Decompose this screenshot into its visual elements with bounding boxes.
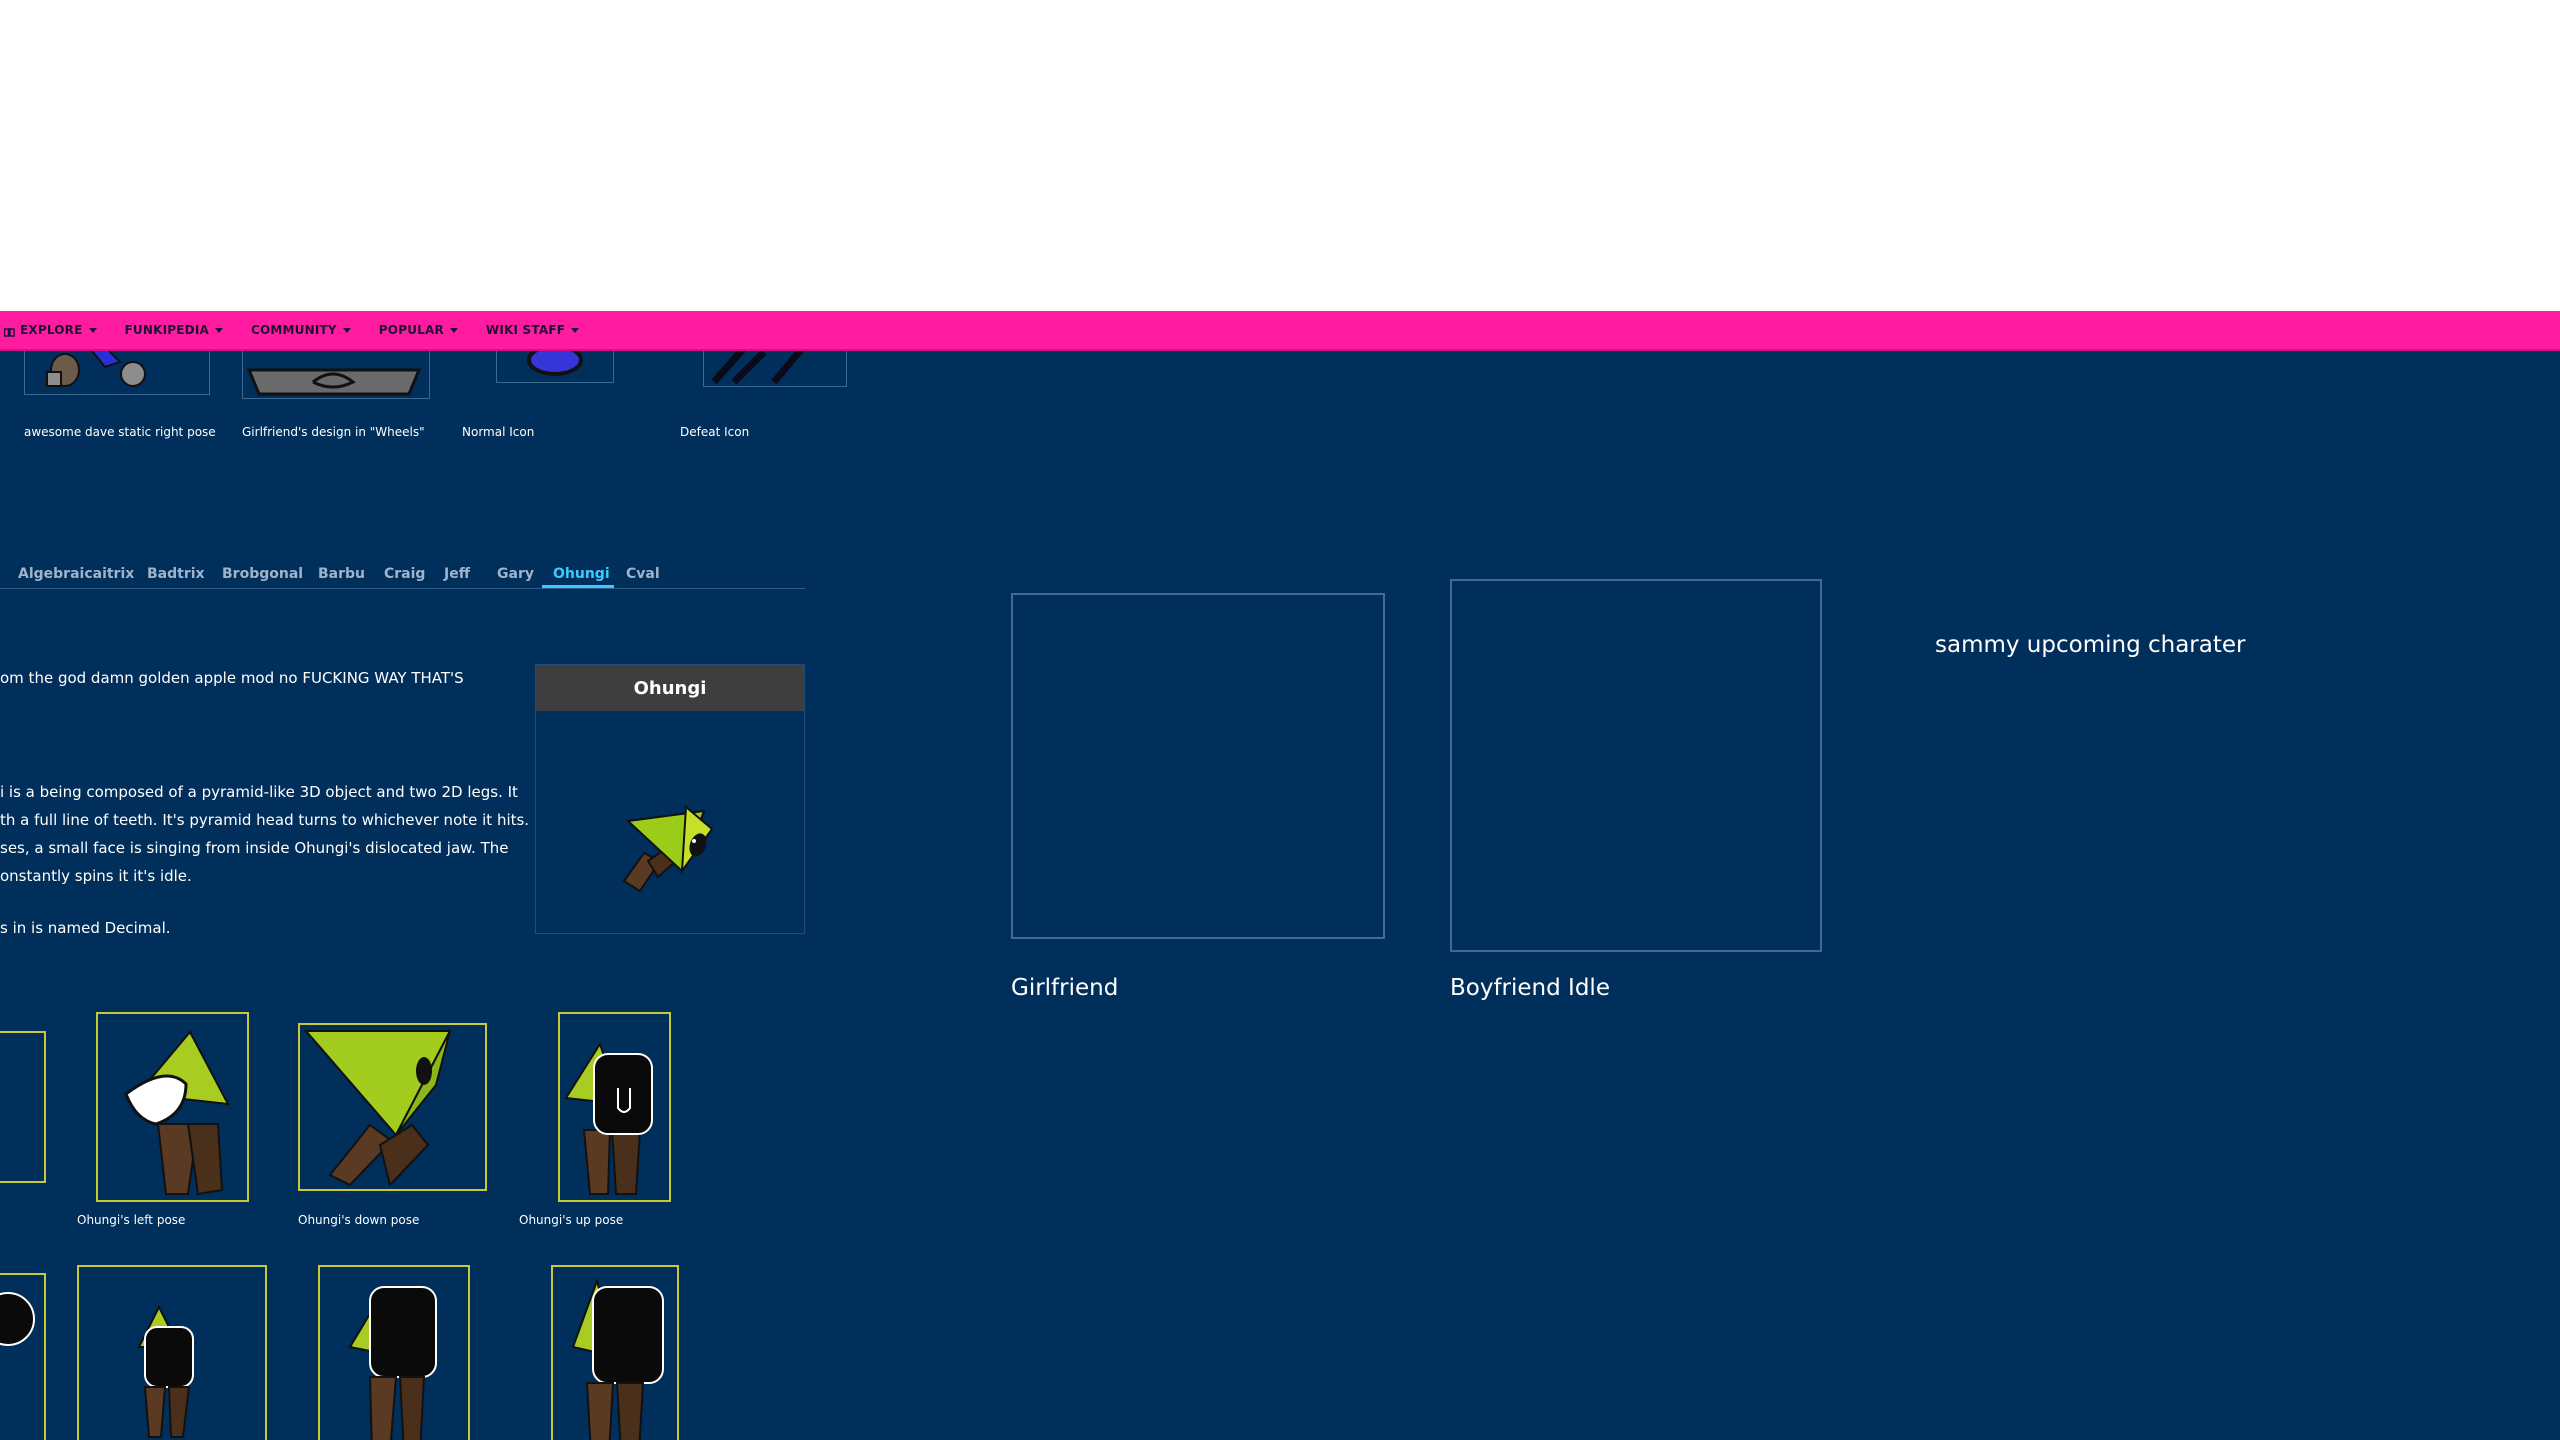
browser-blank-area (0, 0, 2560, 311)
tab-brobgonal[interactable]: Brobgonal (222, 566, 303, 582)
main-content: awesome dave static right pose Girlfrien… (0, 351, 2560, 1440)
tab-barbu[interactable]: Barbu (318, 566, 365, 582)
boyfriend-image-frame[interactable] (1450, 579, 1822, 952)
nav-explore[interactable]: EXPLORE (0, 310, 111, 350)
gallery-caption: awesome dave static right pose (24, 425, 216, 439)
character-tabs: Algebraicaitrix Badtrix Brobgonal Barbu … (0, 558, 805, 589)
explore-icon (3, 326, 15, 337)
article-desc-line: ses, a small face is singing from inside… (0, 839, 509, 857)
article-desc-line: onstantly spins it it's idle. (0, 867, 192, 885)
gallery-thumb-row2[interactable] (551, 1265, 679, 1440)
gallery-thumb-girlfriend-wheels[interactable] (242, 351, 430, 399)
gallery-thumb-dave[interactable] (24, 351, 210, 395)
gallery-thumb-normal-icon[interactable] (496, 351, 614, 383)
tab-craig[interactable]: Craig (384, 566, 425, 582)
nav-funkipedia[interactable]: FUNKIPEDIA (111, 310, 237, 350)
boyfriend-caption: Boyfriend Idle (1450, 975, 1610, 1001)
character-infobox: Ohungi (535, 664, 805, 934)
tab-badtrix[interactable]: Badtrix (147, 566, 205, 582)
gallery-thumb-partial[interactable] (0, 1273, 46, 1440)
chevron-down-icon (214, 327, 223, 333)
gallery-caption: Normal Icon (462, 425, 535, 439)
wiki-navbar: EXPLORE FUNKIPEDIA COMMUNITY POPULAR WIK… (0, 311, 2560, 351)
tab-gary[interactable]: Gary (497, 566, 534, 582)
tab-cval[interactable]: Cval (626, 566, 660, 582)
tab-algebraicaitrix[interactable]: Algebraicaitrix (18, 566, 134, 582)
upcoming-character-text: sammy upcoming charater (1935, 632, 2246, 658)
girlfriend-caption: Girlfriend (1011, 975, 1119, 1001)
tab-jeff[interactable]: Jeff (444, 566, 470, 582)
chevron-down-icon (449, 327, 458, 333)
gallery-caption: Ohungi's down pose (298, 1213, 420, 1227)
gallery-thumb-row2[interactable] (318, 1265, 470, 1440)
nav-explore-label: EXPLORE (20, 323, 83, 337)
nav-community-label: COMMUNITY (250, 323, 337, 337)
nav-community[interactable]: COMMUNITY (237, 310, 365, 350)
nav-popular[interactable]: POPULAR (365, 310, 472, 350)
gallery-caption: Ohungi's up pose (519, 1213, 624, 1227)
article-intro: om the god damn golden apple mod no FUCK… (0, 669, 464, 687)
article-last-line: s in is named Decimal. (0, 919, 171, 937)
chevron-down-icon (88, 327, 97, 333)
article-desc-line: i is a being composed of a pyramid-like … (0, 783, 518, 801)
nav-wiki-staff[interactable]: WIKI STAFF (472, 310, 593, 350)
article-desc-line: th a full line of teeth. It's pyramid he… (0, 811, 530, 829)
gallery-thumb-left-pose[interactable] (96, 1012, 249, 1202)
chevron-down-icon (571, 327, 580, 333)
nav-popular-label: POPULAR (378, 323, 444, 337)
nav-wiki-staff-label: WIKI STAFF (485, 323, 566, 337)
girlfriend-image-frame[interactable] (1011, 593, 1385, 939)
ohungi-infobox-image (622, 804, 714, 893)
gallery-thumb-partial[interactable] (0, 1031, 46, 1183)
gallery-caption: Girlfriend's design in "Wheels" (242, 425, 425, 439)
gallery-caption: Defeat Icon (680, 425, 750, 439)
infobox-title: Ohungi (536, 665, 804, 711)
gallery-thumb-row2[interactable] (77, 1265, 267, 1440)
chevron-down-icon (342, 327, 351, 333)
active-tab-indicator (542, 585, 614, 588)
gallery-caption: Ohungi's left pose (77, 1213, 186, 1227)
nav-funkipedia-label: FUNKIPEDIA (124, 323, 209, 337)
gallery-thumb-defeat-icon[interactable] (703, 351, 847, 387)
tab-ohungi[interactable]: Ohungi (553, 566, 610, 582)
gallery-thumb-up-pose[interactable] (558, 1012, 671, 1202)
gallery-thumb-down-pose[interactable] (298, 1023, 487, 1191)
